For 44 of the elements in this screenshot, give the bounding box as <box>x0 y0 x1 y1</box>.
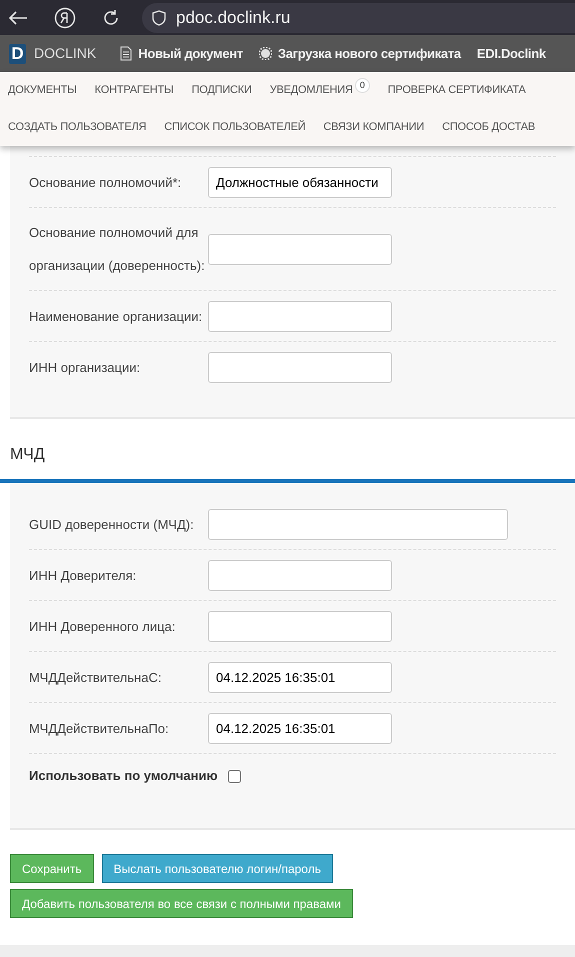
input-field[interactable] <box>208 508 508 540</box>
logo-icon[interactable]: D <box>9 44 26 64</box>
address-bar[interactable]: pdoc.doclink.ru <box>142 2 575 32</box>
nav-link[interactable]: УВЕДОМЛЕНИЯ <box>270 82 353 99</box>
nav-link[interactable]: ДОКУМЕНТЫ <box>8 82 77 99</box>
reload-icon[interactable] <box>102 8 120 26</box>
field-label: ИНН Доверенного лица: <box>29 618 176 636</box>
section-heading: МЧД <box>10 445 45 465</box>
nav-link[interactable]: СПОСОБ ДОСТАВ <box>442 119 536 136</box>
field-label: МЧДДействительнаС: <box>29 668 162 687</box>
nav-link[interactable]: СВЯЗИ КОМПАНИИ <box>323 119 424 136</box>
shield-icon <box>152 10 166 26</box>
document-icon <box>120 46 132 61</box>
input-field[interactable] <box>208 300 392 332</box>
field-label: МЧДДействительнаПо: <box>29 720 170 738</box>
field-label: Основание полномочий для организации (доверенность): <box>29 224 206 275</box>
url-text: pdoc.doclink.ru <box>176 6 290 29</box>
field-label: Использовать по умолчанию <box>29 767 218 786</box>
nav-link[interactable]: СПИСОК ПОЛЬЗОВАТЕЛЕЙ <box>164 119 306 136</box>
nav-link[interactable]: СОЗДАТЬ ПОЛЬЗОВАТЕЛЯ <box>8 119 146 136</box>
gear-icon <box>258 47 272 60</box>
field-label: GUID доверенности (МЧД): <box>29 516 195 534</box>
browser-logo-icon[interactable] <box>54 6 76 28</box>
notification-badge: 0 <box>354 78 370 93</box>
app-bar-link[interactable]: EDI.Doclink <box>476 44 546 64</box>
field-label: Наименование организации: <box>29 308 204 326</box>
input-field[interactable]: Должностные обязанности <box>208 166 392 198</box>
back-icon[interactable] <box>8 10 28 26</box>
input-field[interactable] <box>208 234 392 264</box>
nav-link[interactable]: КОНТРАГЕНТЫ <box>94 82 174 99</box>
nav-link[interactable]: ПОДПИСКИ <box>192 82 252 99</box>
field-label: ИНН Доверителя: <box>29 566 138 585</box>
input-field[interactable] <box>208 352 392 383</box>
app-bar-link[interactable]: Загрузка нового сертификата <box>278 44 461 64</box>
field-label: ИНН организации: <box>29 359 142 377</box>
input-field[interactable] <box>208 610 392 642</box>
input-field[interactable] <box>208 560 392 590</box>
app-bar-link[interactable]: Новый документ <box>138 44 243 64</box>
input-field[interactable]: 04.12.2025 16:35:01 <box>208 662 392 692</box>
field-label: Основание полномочий*: <box>29 174 182 192</box>
nav-link[interactable]: ПРОВЕРКА СЕРТИФИКАТА <box>388 82 526 99</box>
brand-link[interactable]: DOCLINK <box>34 43 96 64</box>
input-field[interactable]: 04.12.2025 16:35:01 <box>208 712 392 744</box>
checkbox[interactable] <box>228 770 241 782</box>
